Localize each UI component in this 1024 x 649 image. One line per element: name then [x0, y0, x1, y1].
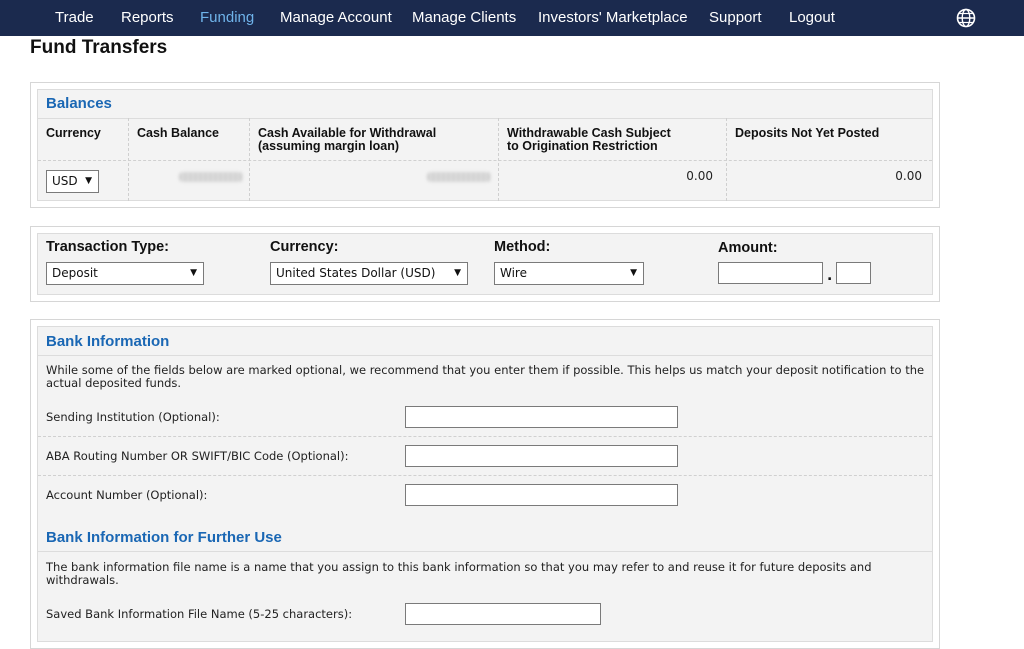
amount-cents-input[interactable]: [836, 262, 871, 284]
bank-info-title: Bank Information: [46, 333, 170, 350]
field-divider: [38, 436, 932, 437]
deposits-value: 0.00: [895, 169, 922, 183]
balances-panel: Balances Currency Cash Balance Cash Avai…: [30, 82, 940, 208]
nav-manage-clients[interactable]: Manage Clients: [412, 0, 516, 36]
chevron-down-icon: ▼: [190, 268, 197, 278]
currency-select-value: USD: [52, 174, 78, 188]
method-label: Method:: [494, 239, 551, 255]
globe-icon[interactable]: [956, 8, 976, 28]
col-divider: [128, 118, 129, 201]
chevron-down-icon: ▼: [85, 176, 92, 186]
nav-funding[interactable]: Funding: [200, 0, 254, 36]
col-divider: [249, 118, 250, 201]
header-currency: Currency: [46, 126, 101, 140]
sending-institution-label: Sending Institution (Optional):: [46, 410, 220, 424]
nav-reports[interactable]: Reports: [121, 0, 174, 36]
page-title: Fund Transfers: [30, 37, 168, 58]
bank-info-description: While some of the fields below are marke…: [46, 363, 925, 390]
header-cash-available-note: (assuming margin loan): [258, 139, 399, 153]
further-use-title: Bank Information for Further Use: [46, 529, 282, 546]
transaction-type-select[interactable]: Deposit ▼: [46, 262, 204, 285]
further-use-description: The bank information file name is a name…: [46, 560, 872, 587]
withdrawable-value: 0.00: [686, 169, 713, 183]
header-deposits-not-posted: Deposits Not Yet Posted: [735, 126, 880, 140]
balances-divider: [38, 118, 932, 119]
balances-title: Balances: [46, 95, 112, 112]
col-divider: [498, 118, 499, 201]
top-nav: Trade Reports Funding Manage Account Man…: [0, 0, 1024, 36]
col-divider: [726, 118, 727, 201]
nav-manage-account[interactable]: Manage Account: [280, 0, 392, 36]
amount-label: Amount:: [718, 240, 778, 256]
transaction-currency-value: United States Dollar (USD): [276, 266, 436, 280]
transaction-currency-select[interactable]: United States Dollar (USD) ▼: [270, 262, 468, 285]
routing-number-input[interactable]: [405, 445, 678, 467]
balances-row-divider: [38, 160, 932, 161]
bank-info-panel: Bank Information While some of the field…: [30, 319, 940, 649]
transaction-type-value: Deposit: [52, 266, 98, 280]
bank-info-divider: [38, 355, 932, 356]
method-select[interactable]: Wire ▼: [494, 262, 644, 285]
method-value: Wire: [500, 266, 527, 280]
account-number-input[interactable]: [405, 484, 678, 506]
header-cash-balance: Cash Balance: [137, 126, 219, 140]
transaction-type-label: Transaction Type:: [46, 239, 170, 255]
routing-number-label: ABA Routing Number OR SWIFT/BIC Code (Op…: [46, 449, 349, 463]
cash-available-redacted: [427, 172, 491, 182]
chevron-down-icon: ▼: [630, 268, 637, 278]
currency-label: Currency:: [270, 239, 339, 255]
header-withdrawable-note: to Origination Restriction: [507, 139, 658, 153]
transaction-panel: Transaction Type: Deposit ▼ Currency: Un…: [30, 226, 940, 302]
decimal-separator: .: [827, 268, 833, 284]
bank-info-form: Bank Information While some of the field…: [37, 326, 933, 642]
file-name-input[interactable]: [405, 603, 601, 625]
nav-logout[interactable]: Logout: [789, 0, 835, 36]
nav-support[interactable]: Support: [709, 0, 762, 36]
file-name-label: Saved Bank Information File Name (5-25 c…: [46, 607, 353, 621]
further-use-divider: [38, 551, 932, 552]
account-number-label: Account Number (Optional):: [46, 488, 208, 502]
field-divider: [38, 475, 932, 476]
currency-select[interactable]: USD ▼: [46, 170, 99, 193]
chevron-down-icon: ▼: [454, 268, 461, 278]
balances-table: Balances Currency Cash Balance Cash Avai…: [37, 89, 933, 201]
transaction-form: Transaction Type: Deposit ▼ Currency: Un…: [37, 233, 933, 295]
nav-trade[interactable]: Trade: [55, 0, 94, 36]
nav-investors-marketplace[interactable]: Investors' Marketplace: [538, 0, 688, 36]
cash-balance-redacted: [179, 172, 243, 182]
sending-institution-input[interactable]: [405, 406, 678, 428]
amount-input[interactable]: [718, 262, 823, 284]
